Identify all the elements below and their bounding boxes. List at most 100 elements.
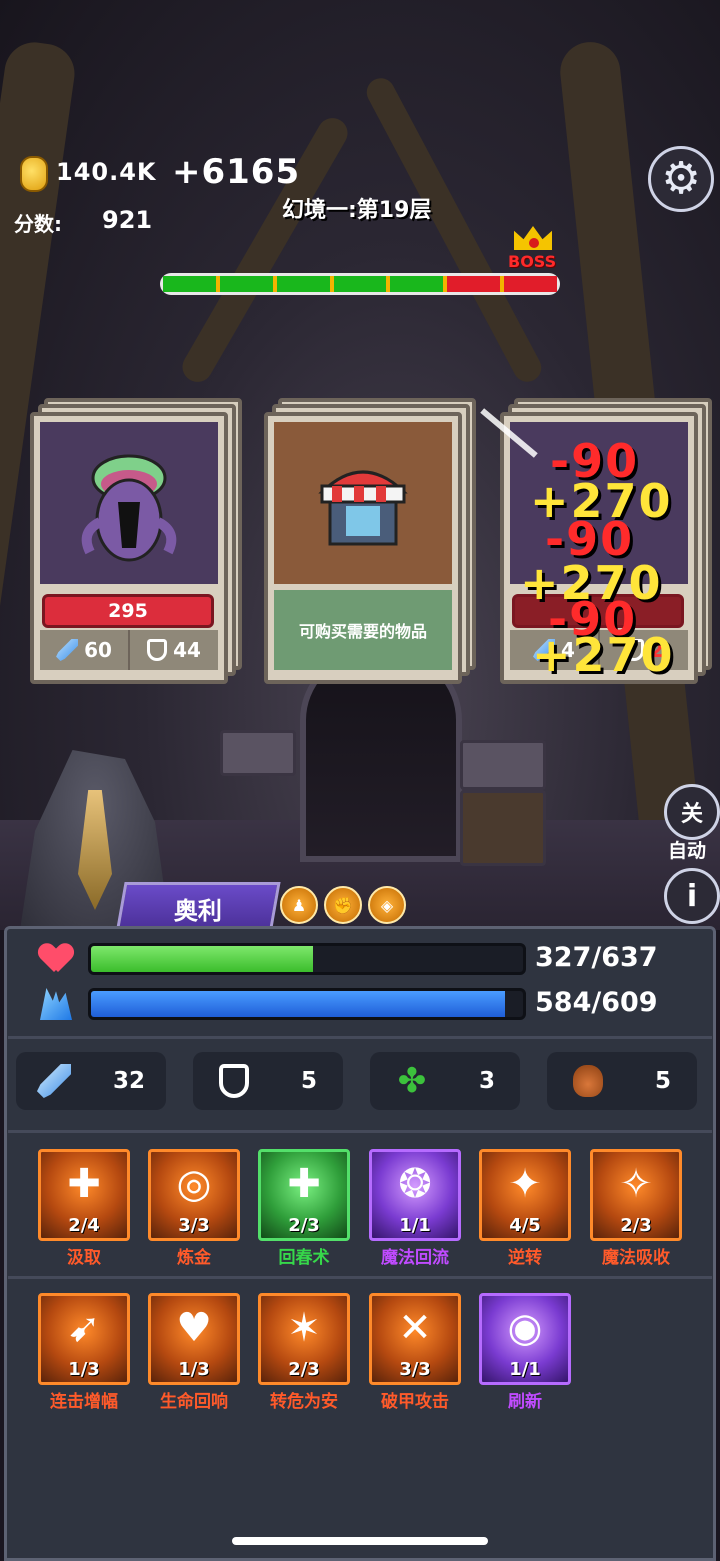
- shop-art: [274, 422, 452, 584]
- skill-icon[interactable]: ◉ 1/1: [479, 1293, 571, 1385]
- skill-slot[interactable]: ✚ 2/4 汲取: [38, 1149, 130, 1268]
- skill-icon[interactable]: ✶ 2/3: [258, 1293, 350, 1385]
- skill-icon[interactable]: ♥ 1/3: [148, 1293, 240, 1385]
- skill-slot[interactable]: ✕ 3/3 破甲攻击: [369, 1293, 461, 1412]
- skill-glyph-icon: ◎: [176, 1161, 212, 1207]
- skill-glyph-icon: ✚: [287, 1161, 321, 1207]
- skill-glyph-icon: ♥: [176, 1305, 212, 1351]
- skill-count: 2/3: [620, 1215, 652, 1236]
- tree-branch: [361, 73, 547, 387]
- shield-icon: [218, 1064, 249, 1098]
- boss-label: BOSS: [508, 252, 557, 271]
- shield-icon: [147, 639, 168, 661]
- luck-value: 3: [478, 1068, 495, 1094]
- skill-slot[interactable]: ♥ 1/3 生命回响: [148, 1293, 240, 1412]
- shop-card-stack[interactable]: 可购买需要的物品: [264, 398, 476, 688]
- settings-gear-button[interactable]: ⚙: [648, 146, 714, 212]
- shop-card[interactable]: 可购买需要的物品: [264, 412, 462, 684]
- skill-glyph-icon: ✕: [398, 1305, 432, 1351]
- bag-stat[interactable]: 5: [547, 1052, 697, 1110]
- auto-label: 自动: [668, 840, 707, 862]
- stone-block: [220, 730, 296, 776]
- hp-text: 327/637: [535, 942, 658, 973]
- skill-icon[interactable]: ✦ 4/5: [479, 1149, 571, 1241]
- stone-block: [460, 740, 546, 790]
- person-buff-icon[interactable]: ♟: [280, 886, 318, 924]
- progress-segment: [390, 276, 448, 292]
- skill-name: 刷新: [508, 1392, 542, 1412]
- skill-name: 炼金: [177, 1248, 211, 1268]
- heart-icon: [40, 944, 72, 974]
- mp-text: 584/609: [535, 987, 658, 1018]
- monster-defense-value: 44: [173, 638, 201, 662]
- plant-monster-icon: [81, 454, 177, 562]
- bag-value: 5: [654, 1068, 671, 1094]
- skill-icon[interactable]: ➹ 1/3: [38, 1293, 130, 1385]
- skill-icon[interactable]: ◎ 3/3: [148, 1149, 240, 1241]
- floor-progress-bar: [160, 273, 560, 295]
- monster-card[interactable]: 295 60 44: [30, 412, 228, 684]
- skill-glyph-icon: ➹: [67, 1305, 101, 1351]
- info-button[interactable]: i: [664, 868, 720, 924]
- crown-gem: [529, 238, 539, 248]
- luck-stat[interactable]: ✤ 3: [370, 1052, 520, 1110]
- skill-icon[interactable]: ✕ 3/3: [369, 1293, 461, 1385]
- progress-segment: [504, 276, 558, 292]
- divider: [8, 1276, 712, 1279]
- skill-slot[interactable]: ◎ 3/3 炼金: [148, 1149, 240, 1268]
- mp-bar: [88, 988, 526, 1020]
- fist-buff-icon[interactable]: ✊: [324, 886, 362, 924]
- sword-icon: [36, 1064, 71, 1098]
- coin-count: 140.4K: [56, 158, 157, 186]
- skill-count: 1/3: [178, 1359, 210, 1380]
- skill-icon[interactable]: ✧ 2/3: [590, 1149, 682, 1241]
- shop-icon: [318, 470, 408, 546]
- skill-slot[interactable]: ✚ 2/3 回春术: [258, 1149, 350, 1268]
- progress-segment: [276, 276, 334, 292]
- home-indicator[interactable]: [232, 1537, 488, 1545]
- attack-value: 32: [112, 1068, 145, 1094]
- skill-name: 汲取: [67, 1248, 101, 1268]
- skill-slot[interactable]: ✧ 2/3 魔法吸收: [590, 1149, 682, 1268]
- skill-glyph-icon: ✧: [619, 1161, 653, 1207]
- defense-stat[interactable]: 5: [193, 1052, 343, 1110]
- skill-slot[interactable]: ✶ 2/3 转危为安: [258, 1293, 350, 1412]
- heal-popup: +270: [532, 628, 675, 682]
- coin-icon: [20, 156, 48, 192]
- skill-glyph-icon: ❂: [398, 1161, 432, 1207]
- skill-count: 2/3: [288, 1359, 320, 1380]
- shield-buff-icon[interactable]: ◈: [368, 886, 406, 924]
- skill-icon[interactable]: ❂ 1/1: [369, 1149, 461, 1241]
- skill-count: 1/3: [68, 1359, 100, 1380]
- skill-name: 转危为安: [270, 1392, 338, 1412]
- skill-name: 连击增幅: [50, 1392, 118, 1412]
- monster-art: [40, 422, 218, 584]
- shop-description: 可购买需要的物品: [274, 590, 452, 670]
- skill-icon[interactable]: ✚ 2/4: [38, 1149, 130, 1241]
- skill-slot[interactable]: ✦ 4/5 逆转: [479, 1149, 571, 1268]
- level-title: 幻境一:第19层: [282, 198, 432, 223]
- skill-icon[interactable]: ✚ 2/3: [258, 1149, 350, 1241]
- skill-count: 3/3: [178, 1215, 210, 1236]
- monster-card-stack[interactable]: 295 60 44: [30, 398, 242, 688]
- sword-icon: [56, 639, 79, 661]
- skill-count: 1/1: [399, 1215, 431, 1236]
- progress-segment: [447, 276, 505, 292]
- skill-slot[interactable]: ➹ 1/3 连击增幅: [38, 1293, 130, 1412]
- auto-toggle-state: 关: [680, 802, 703, 827]
- skill-glyph-icon: ✶: [287, 1305, 321, 1351]
- skill-slot[interactable]: ◉ 1/1 刷新: [479, 1293, 571, 1412]
- info-icon: i: [686, 878, 698, 914]
- mp-bar-fill: [91, 991, 506, 1017]
- attack-stat[interactable]: 32: [16, 1052, 166, 1110]
- gear-icon: ⚙: [661, 153, 701, 204]
- monster-attack: 60: [40, 630, 130, 670]
- skill-slot[interactable]: ❂ 1/1 魔法回流: [369, 1149, 461, 1268]
- auto-toggle-button[interactable]: 关: [664, 784, 720, 840]
- divider: [8, 1036, 712, 1039]
- progress-segment: [219, 276, 277, 292]
- coin-gain: +6165: [172, 152, 301, 192]
- monster-attack-value: 60: [84, 638, 112, 662]
- defense-value: 5: [300, 1068, 317, 1094]
- skill-count: 4/5: [509, 1215, 541, 1236]
